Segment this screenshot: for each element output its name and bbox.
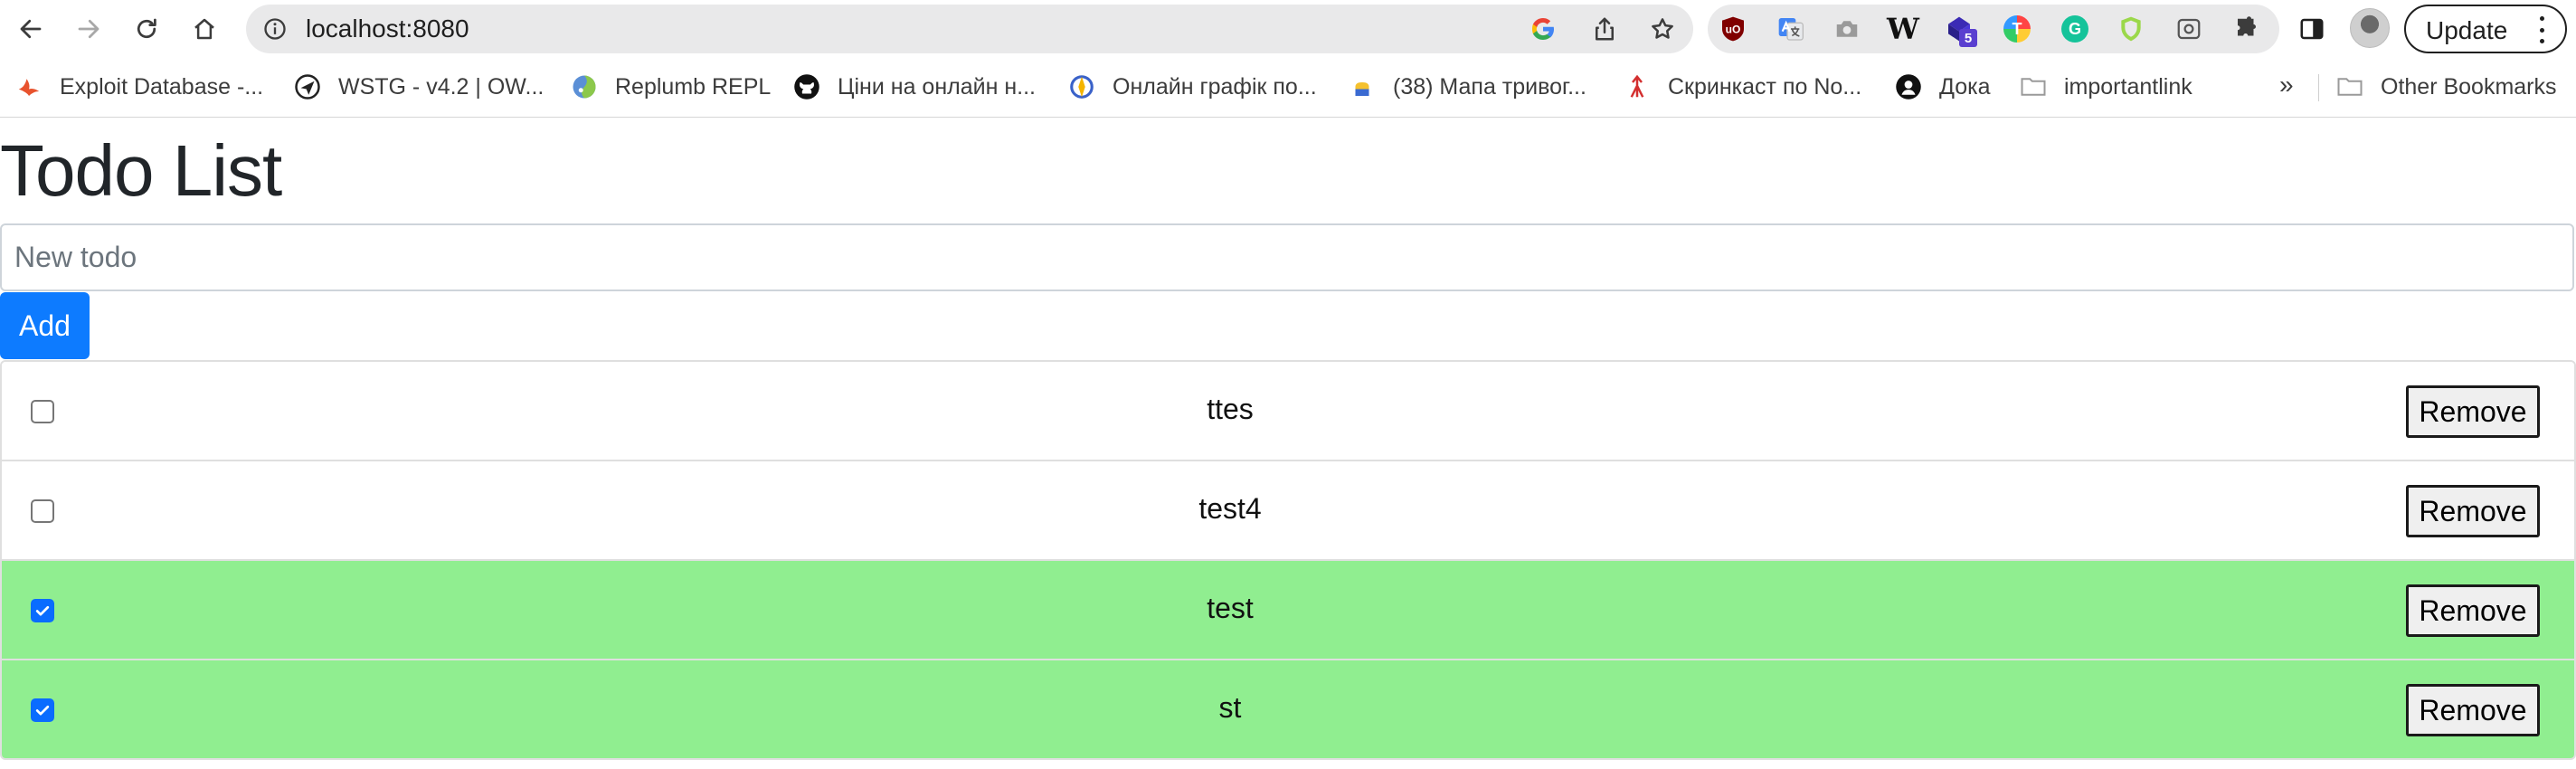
- bookmarks-overflow-chevron[interactable]: »: [2279, 71, 2294, 100]
- screencast-icon: [1623, 72, 1652, 101]
- todo-list: ttes Remove test4 Remove test Remove st …: [0, 360, 2576, 760]
- t-glyph: T: [2003, 15, 2031, 43]
- ublock-icon[interactable]: uO: [1719, 14, 1747, 43]
- ublock-glyph: uO: [1726, 24, 1741, 36]
- bookmark-prices[interactable]: Ціни на онлайн н...: [792, 71, 1036, 103]
- alert-map-icon: [1348, 72, 1377, 101]
- schedule-icon: [1067, 72, 1096, 101]
- wikipedia-icon[interactable]: W: [1887, 12, 1919, 46]
- remove-button[interactable]: Remove: [2406, 485, 2540, 537]
- bookmark-screencast[interactable]: Скринкаст по No...: [1623, 71, 1861, 103]
- t-extension-icon[interactable]: T: [2003, 14, 2031, 43]
- todo-row: test4 Remove: [2, 460, 2574, 559]
- google-lens-icon[interactable]: [1529, 14, 1558, 43]
- url-text[interactable]: localhost:8080: [306, 16, 469, 42]
- update-label: Update: [2426, 16, 2508, 44]
- extension-badge: 5: [1959, 29, 1977, 47]
- bookmark-star-icon[interactable]: [1648, 14, 1677, 43]
- folder-icon: [2019, 72, 2048, 101]
- todo-row: test Remove: [2, 559, 2574, 659]
- arrow-right-icon: [78, 19, 99, 39]
- replumb-icon: [570, 72, 599, 101]
- home-icon: [194, 18, 214, 40]
- bookmark-schedule[interactable]: Онлайн графік по...: [1067, 71, 1317, 103]
- grammarly-icon[interactable]: G: [2060, 14, 2089, 43]
- remove-button[interactable]: Remove: [2406, 385, 2540, 438]
- new-todo-input[interactable]: [0, 223, 2574, 291]
- profile-avatar[interactable]: [2350, 8, 2390, 48]
- reload-icon: [137, 18, 156, 39]
- info-icon[interactable]: [262, 16, 288, 42]
- side-panel-icon[interactable]: [2294, 11, 2330, 47]
- arrow-left-icon: [20, 19, 42, 39]
- remove-button[interactable]: Remove: [2406, 584, 2540, 637]
- todo-text: ttes: [1207, 393, 1254, 425]
- wstg-icon: [293, 72, 322, 101]
- todo-text: test4: [1198, 492, 1262, 525]
- google-translate-icon[interactable]: [1776, 14, 1805, 43]
- reload-button[interactable]: [128, 11, 165, 47]
- forward-button[interactable]: [71, 11, 107, 47]
- back-button[interactable]: [13, 11, 49, 47]
- bookmark-alert-map[interactable]: (38) Мапа тривог...: [1348, 71, 1586, 103]
- todo-text: test: [1207, 592, 1254, 624]
- home-button[interactable]: [186, 11, 223, 47]
- extensions-area: uO W 5 T G: [1708, 5, 2279, 53]
- exploit-db-icon: [14, 72, 43, 101]
- grammarly-glyph: G: [2061, 15, 2088, 43]
- bookmark-replumb[interactable]: Replumb REPL: [570, 71, 771, 103]
- page-content: Todo List Add ttes Remove test4 Remove t…: [0, 119, 2576, 769]
- update-button[interactable]: Update: [2404, 5, 2567, 53]
- share-icon[interactable]: [1590, 14, 1619, 43]
- bookmarks-separator: [2318, 74, 2319, 101]
- remove-button[interactable]: Remove: [2406, 684, 2540, 736]
- bookmark-importantlink[interactable]: importantlink: [2019, 71, 2192, 103]
- screenshot-icon[interactable]: [2174, 14, 2203, 43]
- bookmark-other[interactable]: Other Bookmarks: [2335, 71, 2557, 103]
- cube-extension-icon[interactable]: 5: [1945, 14, 1977, 47]
- bookmark-exploit-db[interactable]: Exploit Database -...: [14, 71, 263, 103]
- bookmark-wstg[interactable]: WSTG - v4.2 | OW...: [293, 71, 544, 103]
- todo-text: st: [1218, 691, 1242, 724]
- bookmarks-bar: Exploit Database -... WSTG - v4.2 | OW..…: [0, 58, 2576, 118]
- bookmark-doka[interactable]: Дока: [1894, 71, 1991, 103]
- puzzle-icon[interactable]: [2232, 14, 2261, 43]
- address-bar[interactable]: localhost:8080: [246, 5, 1693, 53]
- folder-icon: [2335, 72, 2364, 101]
- kebab-menu-icon[interactable]: [2538, 16, 2545, 43]
- todo-row: st Remove: [2, 659, 2574, 758]
- shield-extension-icon[interactable]: [2117, 14, 2145, 43]
- doka-icon: [1894, 72, 1923, 101]
- github-icon: [792, 72, 821, 101]
- add-button[interactable]: Add: [0, 292, 90, 359]
- camera-icon[interactable]: [1833, 14, 1861, 43]
- page-title: Todo List: [0, 130, 282, 211]
- todo-row: ttes Remove: [2, 362, 2574, 460]
- browser-toolbar: localhost:8080 uO W 5 T G Update: [0, 0, 2576, 58]
